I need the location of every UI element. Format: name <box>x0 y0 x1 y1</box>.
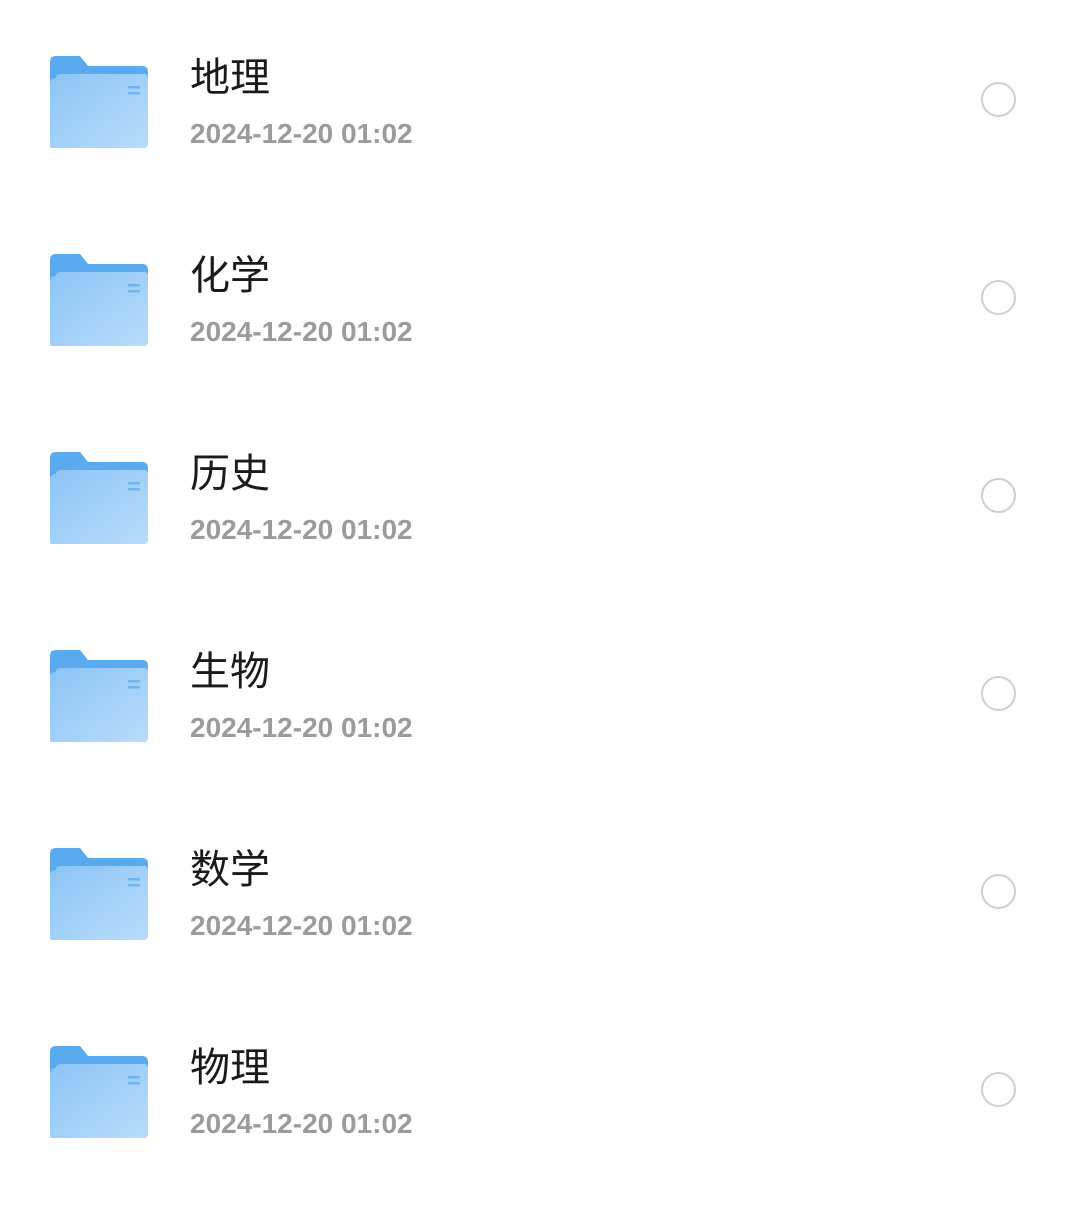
folder-icon <box>50 650 148 742</box>
folder-modified-date: 2024-12-20 01:02 <box>190 316 413 347</box>
folder-icon <box>50 848 148 940</box>
select-checkbox[interactable] <box>981 280 1016 315</box>
select-checkbox[interactable] <box>981 874 1016 909</box>
folder-row[interactable]: 物理 2024-12-20 01:02 <box>0 990 1080 1188</box>
folder-icon <box>50 452 148 544</box>
folder-row[interactable]: 地理 2024-12-20 01:02 <box>0 0 1080 198</box>
folder-icon <box>50 56 148 148</box>
folder-name: 生物 <box>190 649 270 695</box>
folder-row[interactable]: 化学 2024-12-20 01:02 <box>0 198 1080 396</box>
select-checkbox[interactable] <box>981 82 1016 117</box>
folder-row[interactable]: 生物 2024-12-20 01:02 <box>0 594 1080 792</box>
folder-modified-date: 2024-12-20 01:02 <box>190 1108 413 1139</box>
select-checkbox[interactable] <box>981 1072 1016 1107</box>
folder-modified-date: 2024-12-20 01:02 <box>190 514 413 545</box>
folder-icon <box>50 1046 148 1138</box>
folder-row[interactable]: 数学 2024-12-20 01:02 <box>0 792 1080 990</box>
folder-name: 地理 <box>190 55 270 101</box>
folder-name: 物理 <box>190 1045 270 1091</box>
folder-row[interactable]: 历史 2024-12-20 01:02 <box>0 396 1080 594</box>
folder-modified-date: 2024-12-20 01:02 <box>190 118 413 149</box>
folder-modified-date: 2024-12-20 01:02 <box>190 910 413 941</box>
folder-list: 地理 2024-12-20 01:02 化学 2024-12-20 01:02 <box>0 0 1080 1220</box>
folder-icon <box>50 254 148 346</box>
folder-modified-date: 2024-12-20 01:02 <box>190 712 413 743</box>
select-checkbox[interactable] <box>981 478 1016 513</box>
folder-name: 历史 <box>190 451 270 497</box>
folder-name: 化学 <box>190 253 270 299</box>
select-checkbox[interactable] <box>981 676 1016 711</box>
folder-name: 数学 <box>190 847 270 893</box>
